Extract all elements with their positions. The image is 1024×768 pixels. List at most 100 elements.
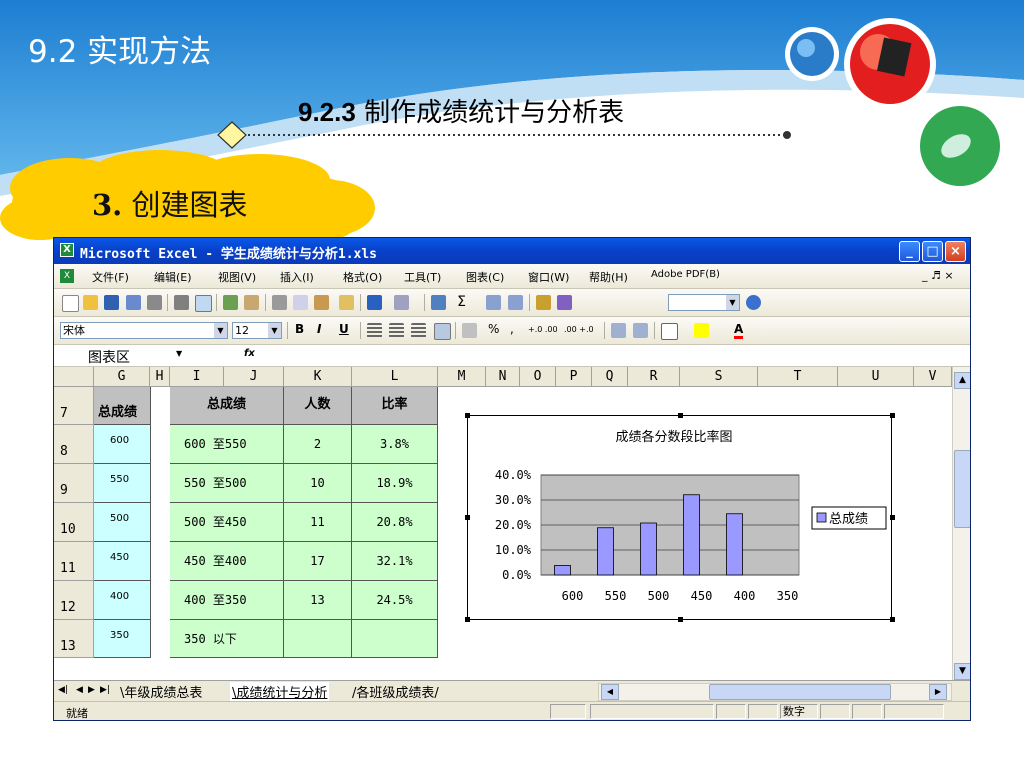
- align-left-icon[interactable]: [367, 323, 382, 338]
- permission-icon[interactable]: [126, 295, 141, 310]
- menu-edit[interactable]: 编辑(E): [154, 269, 192, 285]
- menu-format[interactable]: 格式(O): [343, 269, 382, 285]
- column-header-g[interactable]: G: [94, 367, 150, 387]
- document-icon[interactable]: X: [60, 269, 74, 283]
- close-button[interactable]: ×: [945, 241, 966, 262]
- menu-adobe-pdf[interactable]: Adobe PDF(B): [651, 269, 720, 280]
- column-header-j[interactable]: J: [224, 367, 284, 387]
- new-icon[interactable]: [62, 295, 79, 312]
- font-name-combo[interactable]: 宋体 ▼: [60, 322, 228, 339]
- tab-scroll-prev-icon[interactable]: ◀: [76, 685, 83, 695]
- zoom-dropdown-icon[interactable]: ▼: [726, 295, 739, 310]
- quick-print-icon[interactable]: [174, 295, 189, 310]
- row-header-11[interactable]: 11: [54, 542, 94, 581]
- chart-wizard-icon[interactable]: [536, 295, 551, 310]
- paste-icon[interactable]: [314, 295, 329, 310]
- increase-decimal-button[interactable]: +.0 .00: [528, 325, 558, 334]
- table-cell[interactable]: 350 以下: [170, 620, 284, 658]
- column-header-n[interactable]: N: [486, 367, 520, 387]
- menu-chart[interactable]: 图表(C): [466, 269, 504, 285]
- chart-handle-bm[interactable]: [678, 617, 683, 622]
- table-cell[interactable]: 450 至400: [170, 542, 284, 581]
- undo-icon[interactable]: [367, 295, 382, 310]
- column-header-h[interactable]: H: [150, 367, 170, 387]
- table-header-cell[interactable]: 总成绩: [170, 387, 284, 425]
- column-header-v[interactable]: V: [914, 367, 952, 387]
- percent-button[interactable]: %: [488, 322, 499, 336]
- g-value-cell[interactable]: 600: [94, 425, 151, 464]
- name-box-dropdown-icon[interactable]: ▼: [176, 349, 182, 358]
- redo-icon[interactable]: [394, 295, 409, 310]
- open-icon[interactable]: [83, 295, 98, 310]
- size-dropdown-icon[interactable]: ▼: [268, 323, 281, 338]
- name-box[interactable]: 图表区 ▼: [54, 347, 184, 366]
- table-cell[interactable]: 20.8%: [352, 503, 438, 542]
- table-cell[interactable]: 2: [284, 425, 352, 464]
- column-header-r[interactable]: R: [628, 367, 680, 387]
- table-cell[interactable]: 18.9%: [352, 464, 438, 503]
- chart-handle-tl[interactable]: [465, 413, 470, 418]
- document-window-controls[interactable]: _ ♬ ×: [922, 269, 954, 282]
- chart-handle-bl[interactable]: [465, 617, 470, 622]
- g-value-cell[interactable]: 550: [94, 464, 151, 503]
- menu-insert[interactable]: 插入(I): [280, 269, 314, 285]
- scroll-up-icon[interactable]: ▲: [954, 372, 970, 389]
- sort-ascending-icon[interactable]: [486, 295, 501, 310]
- underline-button[interactable]: U: [339, 322, 349, 336]
- decrease-indent-icon[interactable]: [611, 323, 626, 338]
- g-header-cell[interactable]: 总成绩: [94, 387, 151, 425]
- align-center-icon[interactable]: [389, 323, 404, 338]
- table-cell[interactable]: 500 至450: [170, 503, 284, 542]
- zoom-combo[interactable]: ▼: [668, 294, 740, 311]
- merge-center-icon[interactable]: [434, 323, 451, 340]
- chart-handle-ml[interactable]: [465, 515, 470, 520]
- font-dropdown-icon[interactable]: ▼: [214, 323, 227, 338]
- tab-scroll-last-icon[interactable]: ▶|: [100, 685, 110, 695]
- column-header-o[interactable]: O: [520, 367, 556, 387]
- menu-view[interactable]: 视图(V): [218, 269, 256, 285]
- cut-icon[interactable]: [272, 295, 287, 310]
- row-header-8[interactable]: 8: [54, 425, 94, 464]
- tab-scroll-next-icon[interactable]: ▶: [88, 685, 95, 695]
- table-cell[interactable]: 550 至500: [170, 464, 284, 503]
- fx-icon[interactable]: fx: [244, 348, 255, 359]
- column-header-p[interactable]: P: [556, 367, 592, 387]
- align-right-icon[interactable]: [411, 323, 426, 338]
- row-header-9[interactable]: 9: [54, 464, 94, 503]
- select-all-corner[interactable]: [54, 367, 94, 387]
- maximize-button[interactable]: □: [922, 241, 943, 262]
- help-icon[interactable]: [746, 295, 761, 310]
- sort-descending-icon[interactable]: [508, 295, 523, 310]
- column-header-s[interactable]: S: [680, 367, 758, 387]
- copy-icon[interactable]: [293, 295, 308, 310]
- format-painter-icon[interactable]: [339, 295, 354, 310]
- fill-color-icon[interactable]: [694, 323, 709, 338]
- currency-icon[interactable]: [462, 323, 477, 338]
- print-preview-icon[interactable]: [195, 295, 212, 312]
- g-value-cell[interactable]: 400: [94, 581, 151, 620]
- row-header-7[interactable]: 7: [54, 387, 94, 425]
- hyperlink-icon[interactable]: [431, 295, 446, 310]
- save-icon[interactable]: [104, 295, 119, 310]
- sheet-tab-statistics[interactable]: \成绩统计与分析: [230, 682, 330, 701]
- horizontal-scrollbar[interactable]: ◀ ▶: [598, 683, 952, 701]
- comma-button[interactable]: ,: [510, 322, 514, 336]
- table-cell[interactable]: [352, 620, 438, 658]
- g-value-cell[interactable]: 450: [94, 542, 151, 581]
- g-value-cell[interactable]: 350: [94, 620, 151, 658]
- table-cell[interactable]: [284, 620, 352, 658]
- row-header-12[interactable]: 12: [54, 581, 94, 620]
- column-header-u[interactable]: U: [838, 367, 914, 387]
- tab-scroll-first-icon[interactable]: ◀|: [58, 685, 68, 695]
- font-size-combo[interactable]: 12 ▼: [232, 322, 282, 339]
- italic-button[interactable]: I: [317, 322, 321, 336]
- print-icon[interactable]: [147, 295, 162, 310]
- column-header-i[interactable]: I: [170, 367, 224, 387]
- scroll-left-icon[interactable]: ◀: [601, 684, 619, 700]
- worksheet[interactable]: GHIJKLMNOPQRSTUV 7 8 9 10 11 12 13 总成绩 600 550 50…: [54, 367, 970, 680]
- column-header-k[interactable]: K: [284, 367, 352, 387]
- menu-file[interactable]: 文件(F): [92, 269, 129, 285]
- column-header-m[interactable]: M: [438, 367, 486, 387]
- vertical-scrollbar[interactable]: ▲ ▼: [952, 367, 970, 680]
- column-header-l[interactable]: L: [352, 367, 438, 387]
